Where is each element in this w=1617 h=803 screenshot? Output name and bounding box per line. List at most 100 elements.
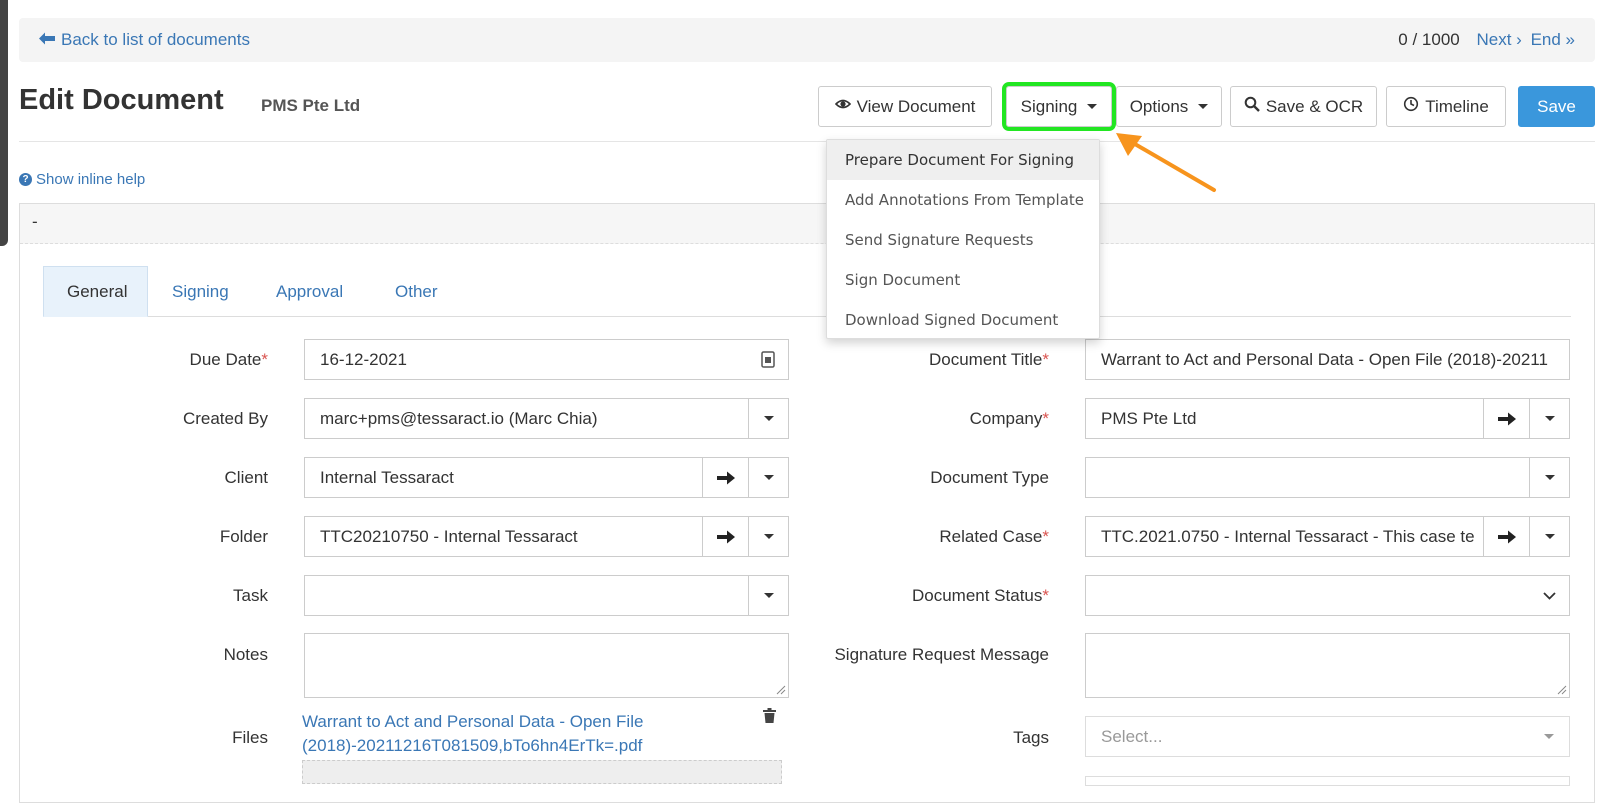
next-field-partial[interactable]	[1085, 776, 1570, 786]
arrow-right-icon	[1497, 530, 1516, 543]
client-value: Internal Tessaract	[320, 467, 454, 487]
back-to-list-link[interactable]: Back to list of documents	[39, 30, 250, 50]
tab-general[interactable]: General	[43, 266, 148, 317]
tab-signing[interactable]: Signing	[149, 266, 252, 317]
panel-heading: -	[20, 204, 1594, 244]
pager-count: 0 / 1000	[1398, 30, 1460, 49]
document-tabs: General Signing Approval Other	[43, 266, 1571, 317]
document-status-label: Document Status*	[911, 586, 1049, 605]
search-icon	[1244, 96, 1260, 117]
arrow-left-icon	[39, 30, 55, 50]
caret-down-icon[interactable]	[1529, 734, 1569, 739]
menu-item-send-signature-requests[interactable]: Send Signature Requests	[827, 220, 1099, 260]
company-subtitle: PMS Pte Ltd	[261, 96, 361, 115]
document-type-dropdown-toggle[interactable]	[1529, 458, 1569, 497]
due-date-field[interactable]: 16-12-2021	[304, 339, 789, 380]
document-title-value: Warrant to Act and Personal Data - Open …	[1101, 349, 1548, 369]
trash-icon[interactable]	[763, 708, 776, 728]
options-dropdown-button[interactable]: Options	[1116, 86, 1222, 127]
task-dropdown-toggle[interactable]	[748, 576, 788, 615]
related-case-label: Related Case*	[939, 527, 1049, 546]
signing-dropdown-button[interactable]: Signing	[1002, 82, 1116, 131]
signature-request-message-label: Signature Request Message	[834, 645, 1049, 664]
document-title-input[interactable]: Warrant to Act and Personal Data - Open …	[1085, 339, 1570, 380]
document-status-select[interactable]	[1085, 575, 1570, 616]
eye-icon	[834, 96, 851, 117]
created-by-dropdown-toggle[interactable]	[748, 399, 788, 438]
back-link-label: Back to list of documents	[61, 30, 250, 49]
caret-down-icon	[763, 593, 774, 598]
files-label: Files	[232, 728, 268, 747]
notes-textarea[interactable]	[304, 633, 789, 698]
resize-handle-icon	[776, 685, 786, 695]
options-button-label: Options	[1129, 96, 1189, 116]
caret-down-icon	[1544, 534, 1555, 539]
due-date-label: Due Date*	[189, 350, 268, 369]
related-case-dropdown-toggle[interactable]	[1529, 517, 1569, 556]
menu-item-sign-document[interactable]: Sign Document	[827, 260, 1099, 300]
task-label: Task	[233, 586, 268, 605]
created-by-label: Created By	[182, 409, 268, 428]
folder-dropdown-toggle[interactable]	[748, 517, 788, 556]
clock-icon	[1403, 96, 1419, 117]
chevron-down-icon[interactable]	[1529, 591, 1569, 600]
created-by-value: marc+pms@tessaract.io (Marc Chia)	[320, 408, 598, 428]
caret-down-icon	[1544, 416, 1555, 421]
caret-down-icon	[1544, 475, 1555, 480]
client-open-button[interactable]	[702, 458, 748, 497]
file-link[interactable]: Warrant to Act and Personal Data - Open …	[302, 710, 702, 758]
tags-select[interactable]: Select...	[1085, 716, 1570, 757]
folder-value: TTC20210750 - Internal Tessaract	[320, 526, 578, 546]
notes-label: Notes	[223, 645, 268, 664]
question-circle-icon: ?	[19, 173, 32, 186]
client-dropdown-toggle[interactable]	[748, 458, 788, 497]
company-dropdown-toggle[interactable]	[1529, 399, 1569, 438]
arrow-right-icon	[1497, 412, 1516, 425]
pager-end-link[interactable]: End »	[1531, 30, 1575, 49]
caret-down-icon	[763, 416, 774, 421]
view-document-label: View Document	[856, 96, 976, 116]
tags-placeholder: Select...	[1101, 726, 1163, 746]
page-title: Edit Document	[19, 84, 224, 116]
view-document-button[interactable]: View Document	[818, 86, 992, 127]
caret-down-icon	[1087, 104, 1098, 109]
file-dropzone[interactable]	[302, 760, 782, 784]
show-inline-help-link[interactable]: ? Show inline help	[19, 171, 145, 188]
related-case-open-button[interactable]	[1483, 517, 1529, 556]
document-type-select[interactable]	[1085, 457, 1570, 498]
arrow-right-icon	[716, 471, 735, 484]
folder-open-button[interactable]	[702, 517, 748, 556]
document-title-label: Document Title*	[928, 350, 1049, 369]
pager-next-link[interactable]: Next ›	[1476, 30, 1521, 49]
save-ocr-button[interactable]: Save & OCR	[1230, 86, 1377, 127]
tab-approval[interactable]: Approval	[253, 266, 366, 317]
due-date-value: 16-12-2021	[320, 349, 407, 369]
caret-down-icon	[1198, 104, 1209, 109]
header-divider	[19, 141, 1595, 142]
client-select[interactable]: Internal Tessaract	[304, 457, 789, 498]
menu-item-add-annotations[interactable]: Add Annotations From Template	[827, 180, 1099, 220]
signature-request-message-textarea[interactable]	[1085, 633, 1570, 698]
tab-other[interactable]: Other	[372, 266, 461, 317]
annotation-arrow-icon	[1116, 133, 1216, 192]
menu-item-download-signed[interactable]: Download Signed Document	[827, 300, 1099, 340]
save-ocr-label: Save & OCR	[1265, 96, 1364, 116]
folder-label: Folder	[219, 527, 268, 546]
company-open-button[interactable]	[1483, 399, 1529, 438]
tags-label: Tags	[1013, 728, 1049, 747]
save-button[interactable]: Save	[1518, 86, 1595, 127]
timeline-button[interactable]: Timeline	[1386, 86, 1506, 127]
related-case-select[interactable]: TTC.2021.0750 - Internal Tessaract - Thi…	[1085, 516, 1570, 557]
created-by-select[interactable]: marc+pms@tessaract.io (Marc Chia)	[304, 398, 789, 439]
folder-select[interactable]: TTC20210750 - Internal Tessaract	[304, 516, 789, 557]
signing-button-label: Signing	[1020, 96, 1078, 116]
company-select[interactable]: PMS Pte Ltd	[1085, 398, 1570, 439]
company-label: Company*	[969, 409, 1049, 428]
resize-handle-icon	[1557, 685, 1567, 695]
document-type-label: Document Type	[930, 468, 1049, 487]
task-select[interactable]	[304, 575, 789, 616]
signing-dropdown-menu: Prepare Document For Signing Add Annotat…	[826, 139, 1100, 339]
caret-down-icon	[763, 475, 774, 480]
calendar-icon[interactable]	[748, 351, 788, 368]
menu-item-prepare-for-signing[interactable]: Prepare Document For Signing	[827, 140, 1099, 180]
